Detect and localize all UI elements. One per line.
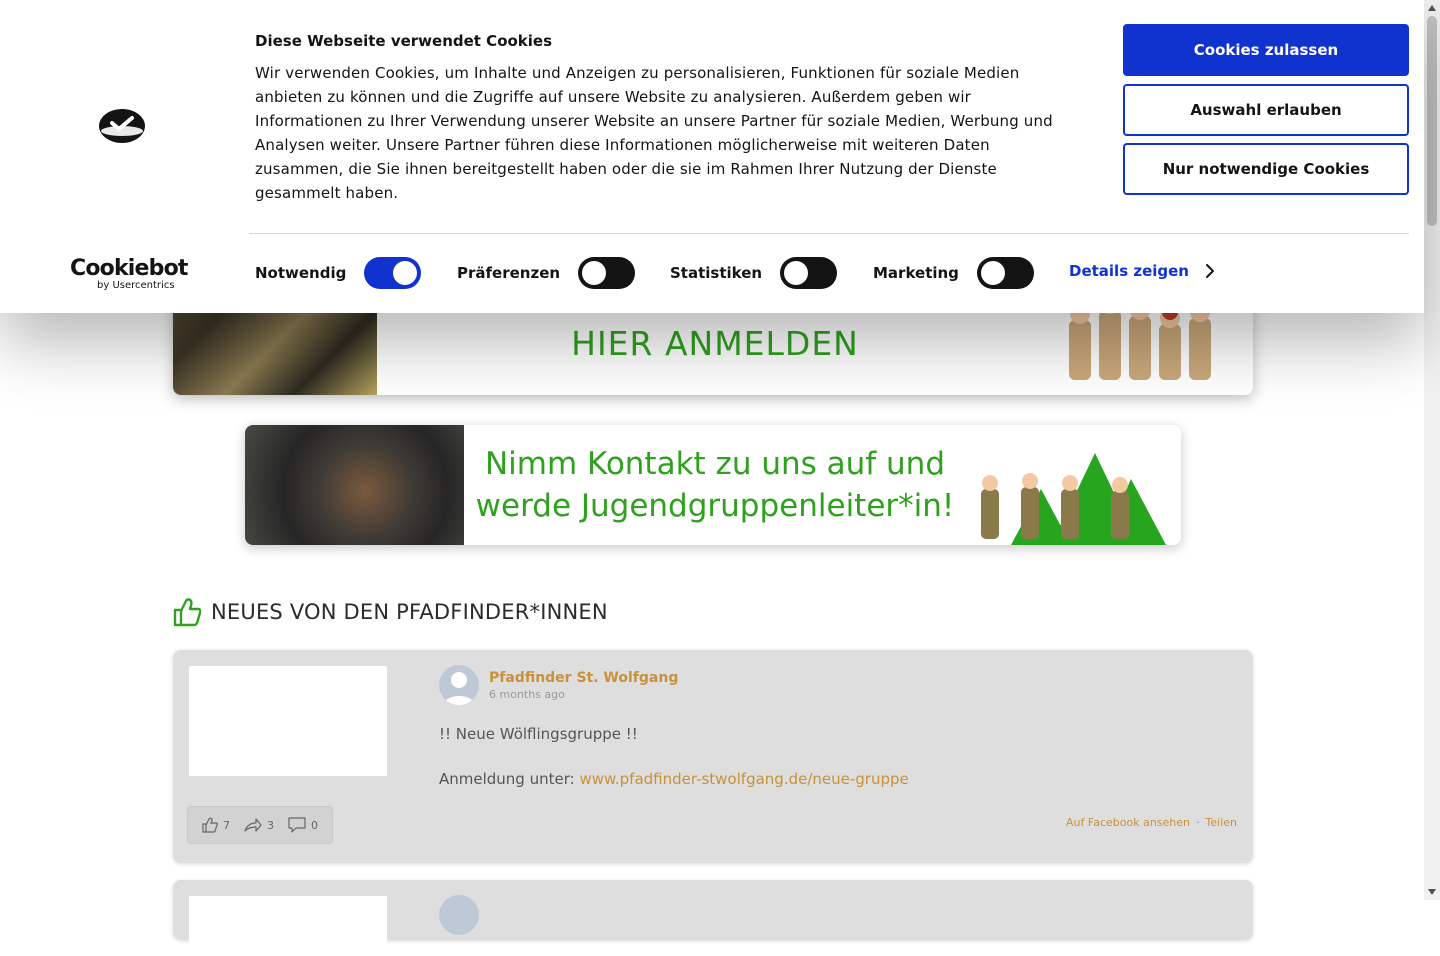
necessary-only-button[interactable]: Nur notwendige Cookies	[1123, 143, 1409, 195]
likes-stat: 7	[202, 817, 230, 833]
details-link[interactable]: Details zeigen	[1069, 262, 1215, 280]
preferences-switch[interactable]	[578, 257, 636, 289]
headline-line-2: werde Jugendgruppenleiter*in!	[475, 488, 955, 524]
action-separator: ·	[1196, 816, 1200, 829]
switch-knob	[582, 261, 607, 285]
toggle-preferences: Präferenzen	[457, 257, 636, 289]
scouts-forest-illustration	[981, 453, 1166, 545]
section-title-text: NEUES VON DEN PFADFINDER*INNEN	[211, 600, 608, 624]
post-message-prefix: Anmeldung unter:	[439, 770, 580, 788]
allow-all-cookies-button[interactable]: Cookies zulassen	[1123, 24, 1409, 76]
switch-knob	[980, 261, 1005, 285]
post-image[interactable]	[189, 666, 387, 776]
post-author[interactable]: Pfadfinder St. Wolfgang	[489, 670, 678, 686]
share-icon	[244, 818, 262, 832]
facebook-post-next	[173, 880, 1253, 956]
comments-count: 0	[311, 818, 318, 832]
scroll-up-arrow-icon[interactable]	[1428, 5, 1436, 11]
likes-count: 7	[223, 818, 230, 832]
allow-selection-button[interactable]: Auswahl erlauben	[1123, 84, 1409, 136]
comments-stat: 0	[288, 817, 318, 833]
marketing-switch[interactable]	[976, 257, 1034, 289]
scroll-down-arrow-icon[interactable]	[1428, 889, 1436, 895]
banner-headline: HIER ANMELDEN	[571, 324, 859, 363]
toggle-label-marketing: Marketing	[873, 264, 959, 282]
post-message-line1: !! Neue Wölflingsgruppe !!	[439, 725, 638, 743]
scrollbar-thumb[interactable]	[1427, 16, 1437, 226]
youth-leader-headline: Nimm Kontakt zu uns auf und werde Jugend…	[475, 443, 955, 527]
share-link[interactable]: Teilen	[1206, 816, 1237, 829]
cookiebot-byline: by Usercentrics	[97, 280, 175, 291]
toggle-label-preferences: Präferenzen	[457, 264, 561, 282]
post-message-line2: Anmeldung unter: www.pfadfinder-stwolfga…	[439, 770, 909, 788]
switch-knob	[784, 261, 809, 285]
post-stats: 7 3 0	[187, 806, 333, 844]
shares-stat: 3	[244, 817, 274, 833]
post-actions: Auf Facebook ansehen · Teilen	[1066, 816, 1237, 829]
facebook-post: Pfadfinder St. Wolfgang 6 months ago !! …	[173, 650, 1253, 863]
default-avatar-icon	[444, 672, 474, 705]
section-title: NEUES VON DEN PFADFINDER*INNEN	[173, 597, 608, 627]
cookie-divider	[249, 233, 1409, 234]
statistics-switch[interactable]	[780, 257, 838, 289]
post-signup-link[interactable]: www.pfadfinder-stwolfgang.de/neue-gruppe	[579, 770, 908, 788]
post-time: 6 months ago	[489, 688, 565, 701]
chevron-right-icon	[1206, 264, 1214, 278]
toggle-label-statistics: Statistiken	[670, 264, 763, 282]
cookiebot-badge-icon	[99, 109, 145, 143]
comment-icon	[288, 817, 306, 833]
cookie-consent-banner: Diese Webseite verwendet Cookies Wir ver…	[0, 0, 1424, 313]
cookiebot-wordmark: Cookiebot	[70, 256, 188, 281]
view-on-facebook-link[interactable]: Auf Facebook ansehen	[1066, 816, 1190, 829]
toggle-label-necessary: Notwendig	[255, 264, 347, 282]
hands-photo	[245, 425, 464, 545]
details-link-text[interactable]: Details zeigen	[1069, 262, 1189, 280]
cookiebot-logo: Cookiebot by Usercentrics	[70, 257, 188, 291]
headline-line-1: Nimm Kontakt zu uns auf und	[484, 446, 946, 482]
shares-count: 3	[267, 818, 274, 832]
author-avatar[interactable]	[439, 665, 479, 705]
toggle-statistics: Statistiken	[670, 257, 838, 289]
toggle-necessary: Notwendig	[255, 257, 422, 289]
thumbs-up-icon	[173, 598, 201, 627]
cookie-description: Wir verwenden Cookies, um Inhalte und An…	[255, 64, 1053, 202]
author-avatar-next[interactable]	[439, 895, 479, 935]
page-scrollbar[interactable]	[1424, 0, 1440, 900]
post-image-next[interactable]	[189, 896, 387, 956]
switch-knob	[393, 261, 418, 285]
necessary-switch[interactable]	[364, 257, 422, 289]
cookie-title: Diese Webseite verwendet Cookies	[255, 32, 553, 50]
youth-leader-banner[interactable]: Nimm Kontakt zu uns auf und werde Jugend…	[245, 425, 1181, 545]
like-icon	[202, 817, 218, 833]
toggle-marketing: Marketing	[873, 257, 1034, 289]
